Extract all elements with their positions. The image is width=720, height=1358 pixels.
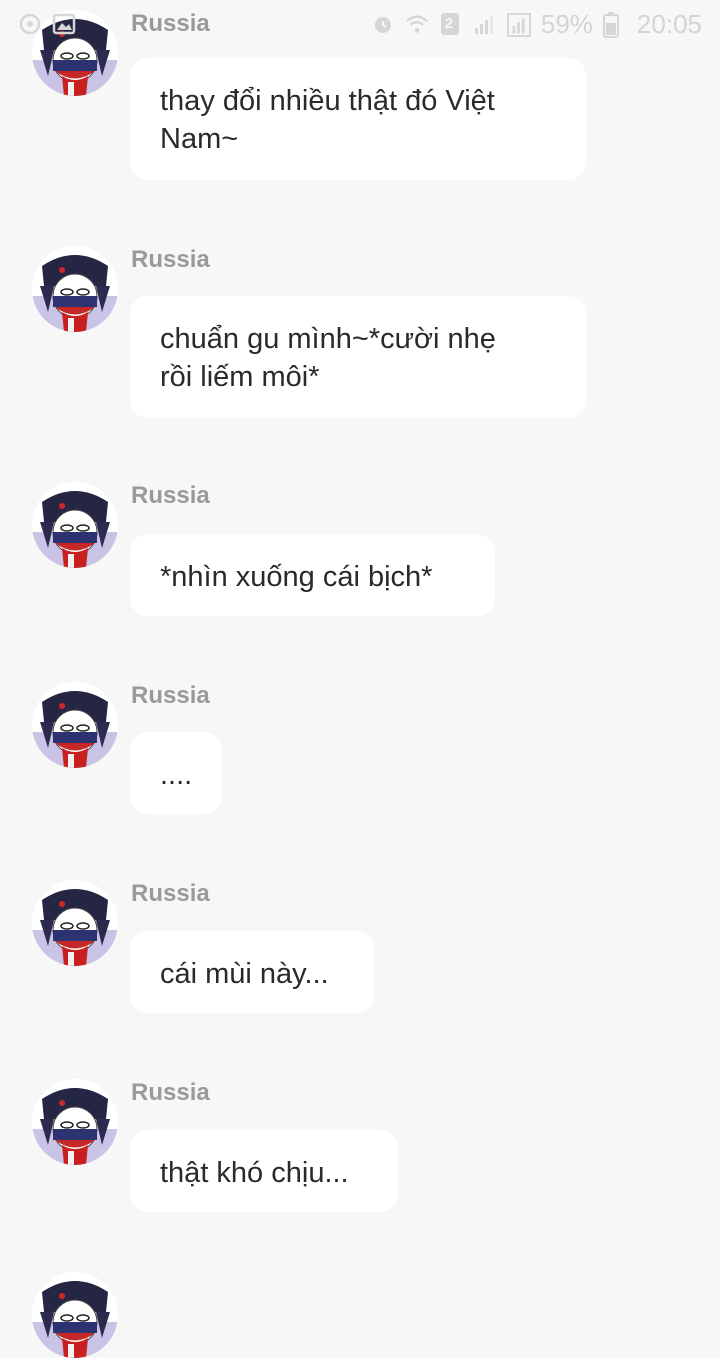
sim-number: 2: [444, 15, 454, 32]
message-bubble[interactable]: chuẩn gu mình~*cười nhẹ rồi liếm môi*: [130, 296, 586, 418]
russia-avatar-icon: [32, 246, 118, 332]
signal-icon: [473, 12, 497, 36]
avatar[interactable]: [32, 246, 118, 332]
sender-name: Russia: [131, 246, 210, 273]
message-item: Russia thật khó chịu...: [0, 1079, 720, 1279]
avatar[interactable]: [32, 880, 118, 966]
battery-icon: [602, 12, 627, 38]
message-item: Russia *nhìn xuống cái bịch*: [0, 482, 720, 682]
avatar[interactable]: [32, 1079, 118, 1165]
message-bubble[interactable]: cái mùi này...: [130, 931, 374, 1013]
sender-name: Russia: [131, 1079, 210, 1106]
alarm-icon: [371, 12, 395, 36]
russia-avatar-icon: [32, 1079, 118, 1165]
message-bubble[interactable]: ....: [130, 732, 222, 814]
avatar[interactable]: [32, 1272, 118, 1358]
message-item: Russia ....: [0, 682, 720, 882]
status-bar-right: 2 59% 20:05: [371, 9, 702, 40]
message-bubble[interactable]: thật khó chịu...: [130, 1130, 398, 1212]
message-item: Russia cái mùi này...: [0, 880, 720, 1080]
message-bubble[interactable]: *nhìn xuống cái bịch*: [130, 534, 495, 616]
battery-percent: 59%: [540, 8, 593, 39]
avatar[interactable]: [32, 482, 118, 568]
sender-name: Russia: [131, 482, 210, 509]
russia-avatar-icon: [32, 682, 118, 768]
status-bar-left: [18, 12, 76, 36]
sim-icon: 2: [439, 12, 463, 36]
wifi-icon: [405, 12, 429, 36]
sender-name: Russia: [131, 682, 210, 709]
russia-avatar-icon: [32, 1272, 118, 1358]
status-bar: 2 59% 20:05: [0, 0, 720, 48]
sender-name: Russia: [131, 880, 210, 907]
status-time: 20:05: [636, 8, 702, 39]
message-bubble[interactable]: thay đổi nhiều thật đó Việt Nam~: [130, 58, 586, 180]
gallery-icon: [52, 12, 76, 36]
signal-box-icon: [506, 12, 531, 37]
russia-avatar-icon: [32, 482, 118, 568]
russia-avatar-icon: [32, 880, 118, 966]
notification-icon: [18, 12, 42, 36]
avatar[interactable]: [32, 682, 118, 768]
message-item: Russia chuẩn gu mình~*cười nhẹ rồi liếm …: [0, 246, 720, 446]
